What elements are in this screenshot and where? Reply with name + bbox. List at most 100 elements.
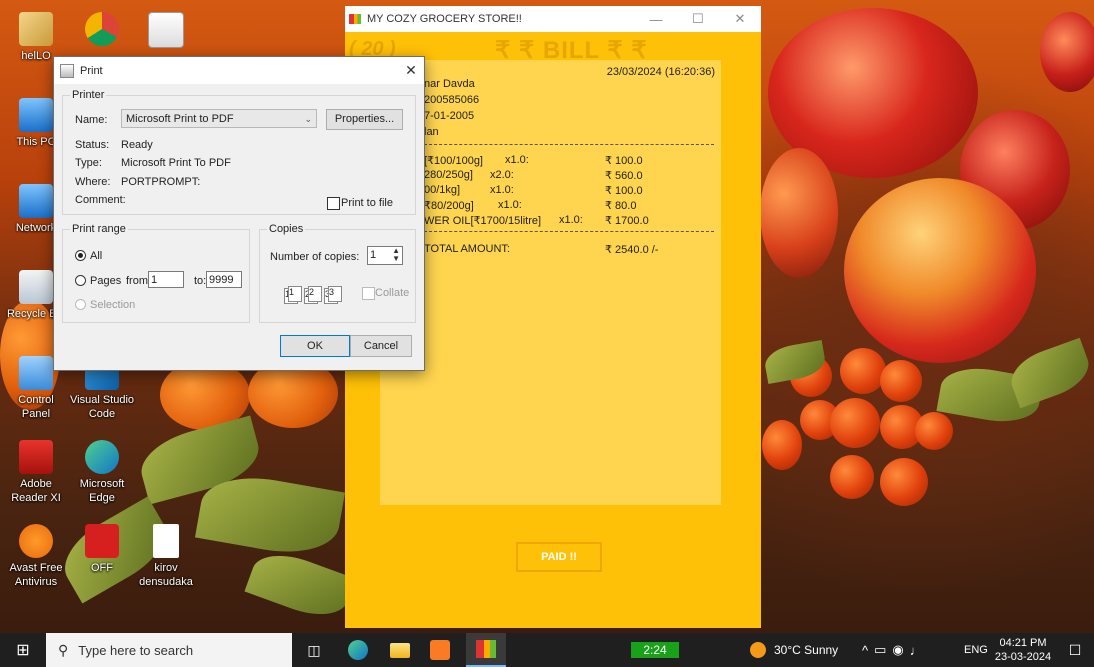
notifications-icon[interactable]: ☐ [1060,633,1090,667]
where-value: PORTPROMPT: [121,176,201,188]
close-icon[interactable]: ✕ [719,11,761,27]
customer-dob: 7-01-2005 [424,110,475,122]
range-selection-label: Selection [90,299,136,311]
desktop-icon-kirov[interactable]: kirov densudaka [134,524,198,589]
status-value: Ready [121,139,153,151]
item-amount: ₹ 100.0 [605,155,643,167]
computer-icon [19,98,53,132]
print-dialog: Print ✕ Printer Name: Microsoft Print to… [53,56,425,371]
document-icon [153,524,179,558]
task-view-icon[interactable]: ◫ [296,633,332,667]
clock-date: 23-03-2024 [994,651,1052,663]
close-icon[interactable]: ✕ [398,62,424,79]
to-label: to: [194,275,207,287]
desktop-icon-edge[interactable]: Microsoft Edge [70,440,134,505]
chevron-up-icon[interactable]: ^ [862,643,874,658]
taskbar-edge-icon[interactable] [340,633,376,667]
search-box[interactable]: ⚲ Type here to search [46,633,292,667]
print-to-file-checkbox[interactable] [327,197,340,210]
weather-widget[interactable]: 30°C Sunny [750,633,838,667]
clock-time: 04:21 PM [999,637,1047,649]
desktop-icon-python[interactable] [134,12,198,51]
network-icon[interactable]: ◉ [892,642,909,658]
item-qty: x1.0: [498,199,522,211]
chevron-down-icon: ⌄ [304,114,312,124]
avast-icon [19,524,53,558]
collate-checkbox[interactable] [362,287,375,300]
name-label: Name: [75,114,108,126]
apple-image [844,178,1036,363]
minimize-icon[interactable]: — [635,12,677,27]
control-panel-icon [19,356,53,390]
item-qty: x1.0: [559,214,583,226]
xampp-icon[interactable] [422,633,458,667]
item-name: [₹100/100g] [424,155,483,167]
item-name: WER OIL[₹1700/15litre] [424,215,542,227]
search-placeholder: Type here to search [78,642,194,658]
windows-start-icon[interactable]: ⊞ [0,633,46,667]
properties-button[interactable]: Properties... [326,109,403,130]
range-all-radio[interactable] [75,250,86,261]
where-label: Where: [75,176,111,188]
range-selection-radio[interactable] [75,299,86,310]
spin-arrows-icon[interactable]: ▲ ▼ [392,247,400,263]
range-pages-radio[interactable] [75,275,86,286]
desktop-icon-chrome[interactable] [70,12,134,49]
collate-pages-icon: 1 1 2 2 3 3 [284,286,342,304]
window-title: MY COZY GROCERY STORE!! [367,13,522,25]
recycle-bin-icon [19,270,53,304]
dialog-title: Print [80,64,103,77]
clock[interactable]: 04:21 PM 23-03-2024 [992,636,1054,664]
search-icon: ⚲ [58,641,69,658]
receipt-panel: 23/03/2024 (16:20:36) nar Davda 20058506… [380,60,721,505]
item-amount: ₹ 1700.0 [605,215,649,227]
paid-button[interactable]: PAID !! [516,542,602,572]
ok-button[interactable]: OK [280,335,350,357]
weather-sun-icon [750,642,766,658]
apple-image [760,148,838,278]
range-all-label: All [90,250,103,262]
edge-icon [85,440,119,474]
print-range-label: Print range [70,223,128,235]
grocery-app-taskbar-icon[interactable] [466,633,506,667]
dialog-titlebar: Print ✕ [54,57,424,84]
language-indicator[interactable]: ENG [964,633,988,667]
file-explorer-icon[interactable] [382,633,418,667]
desktop-icon-avast[interactable]: Avast Free Antivirus [4,524,68,589]
item-amount: ₹ 100.0 [605,185,643,197]
adobe-reader-icon [19,440,53,474]
python-file-icon [148,12,184,48]
comment-label: Comment: [75,194,126,206]
item-name: ₹80/200g] [424,200,474,212]
app-logo-icon [349,14,361,24]
item-qty: x2.0: [490,169,514,181]
printer-icon [60,63,74,78]
cancel-button[interactable]: Cancel [350,335,412,357]
user-folder-icon [19,12,53,46]
item-qty: x1.0: [505,154,529,166]
customer-info: lan [424,126,439,138]
volume-icon[interactable]: ♩ [910,643,929,658]
item-qty: x1.0: [490,184,514,196]
system-tray[interactable]: ^ ▭ ◉ ♩ [862,633,929,667]
separator [424,231,714,232]
maximize-icon[interactable]: ☐ [677,11,719,27]
desktop-icon-off[interactable]: OFF [70,524,134,575]
desktop-icon-adobe-reader[interactable]: Adobe Reader XI [4,440,68,505]
collate-label: Collate [375,287,410,299]
to-page-input[interactable]: 9999 [206,271,242,288]
total-value: ₹ 2540.0 /- [605,244,659,256]
battery-icon[interactable]: ▭ [874,642,892,658]
taskbar: ⊞ ⚲ Type here to search ◫ 2:24 30°C Sunn… [0,633,1094,667]
network-icon [19,184,53,218]
from-page-input[interactable]: 1 [148,271,184,288]
item-name: 00/1kg] [424,184,461,196]
timer-widget[interactable]: 2:24 [631,633,679,667]
customer-phone: 200585066 [424,94,480,106]
bill-datetime: 23/03/2024 (16:20:36) [606,66,715,78]
type-label: Type: [75,157,102,169]
copies-stepper[interactable]: 1 ▲ ▼ [367,246,403,265]
item-name: 280/250g] [424,169,473,181]
printer-name-select[interactable]: Microsoft Print to PDF ⌄ [121,109,317,128]
type-value: Microsoft Print To PDF [121,157,231,169]
